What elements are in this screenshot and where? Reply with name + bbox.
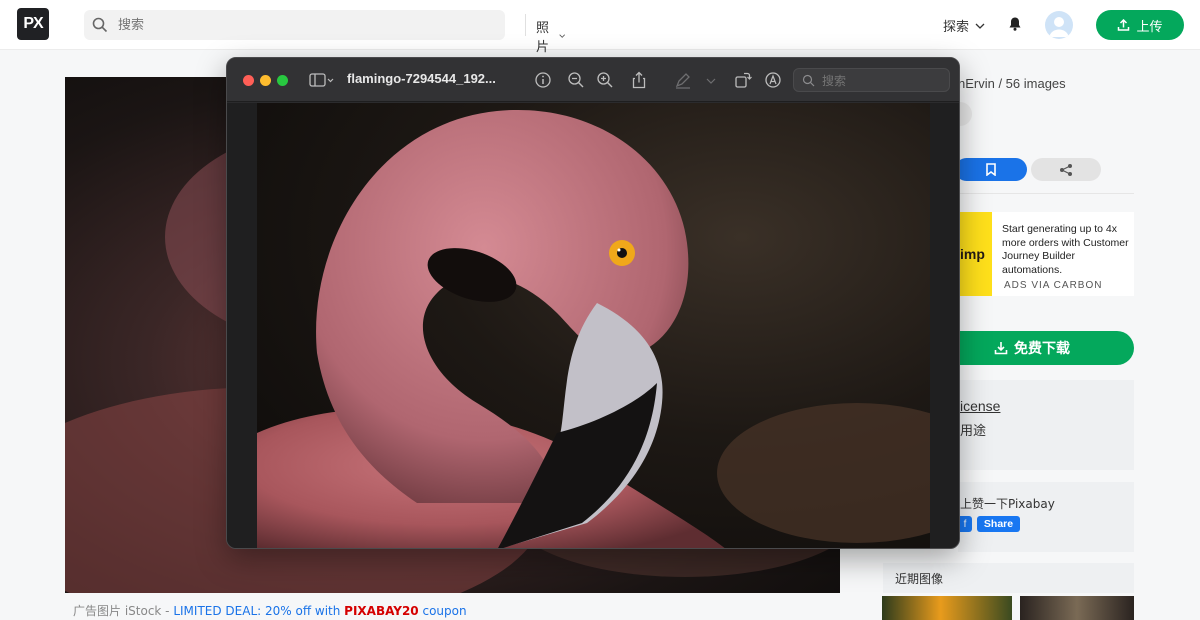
pixabay-logo[interactable]: PX [17, 8, 49, 40]
zoom-in-icon[interactable] [595, 70, 615, 90]
info-icon[interactable] [533, 70, 553, 90]
media-type-label: 照片 [536, 21, 550, 55]
chevron-down-icon[interactable] [705, 70, 717, 90]
bookmark-icon [986, 163, 996, 176]
zoom-out-icon[interactable] [566, 70, 586, 90]
carbon-ad-via[interactable]: ADS VIA CARBON [1004, 280, 1102, 291]
free-download-button[interactable]: 免费下载 [958, 331, 1134, 365]
upload-button[interactable]: 上传 [1096, 10, 1184, 40]
upload-label: 上传 [1136, 19, 1163, 35]
chevron-down-icon [975, 23, 985, 29]
search-icon [92, 17, 108, 33]
preview-window: flamingo-7294544_192... [226, 57, 960, 549]
facebook-share-button[interactable]: Share [977, 516, 1020, 532]
license-link[interactable]: icense [960, 398, 1000, 414]
explore-label: 探索 [943, 20, 970, 35]
ad-deal-link[interactable]: LIMITED DEAL: 20% off with [173, 604, 344, 618]
carbon-ad-logo: imp [958, 212, 992, 296]
share-icon[interactable] [629, 70, 649, 90]
search-input[interactable] [118, 16, 418, 34]
canvas-margin-right [930, 103, 959, 548]
ad-prefix: 广告图片 iStock - [73, 604, 174, 618]
license-box: icense 用途 [958, 380, 1134, 470]
ad-caption: 广告图片 iStock - LIMITED DEAL: 20% off with… [73, 602, 467, 619]
recent-images-header: 近期图像 [883, 563, 1134, 593]
explore-menu[interactable]: 探索 [943, 16, 985, 35]
search-icon [802, 74, 815, 87]
user-avatar[interactable] [1045, 11, 1073, 39]
sidebar-toggle-icon[interactable] [309, 70, 335, 90]
coupon-code[interactable]: PIXABAY20 [344, 604, 418, 618]
zoom-window-button[interactable] [277, 75, 288, 86]
license-text: 用途 [960, 424, 987, 439]
download-icon [994, 342, 1008, 355]
markup-toolbar-icon[interactable] [763, 70, 783, 90]
search-bar[interactable]: 照片 [84, 10, 565, 55]
markup-pen-icon[interactable] [673, 70, 693, 90]
like-pixabay-text: 上赞一下Pixabay [960, 497, 1055, 511]
top-header: PX 照片 探索 上传 [0, 0, 1200, 55]
preview-search-input[interactable] [822, 73, 942, 89]
chevron-down-icon [558, 34, 565, 38]
bookmark-button[interactable] [955, 158, 1027, 181]
rotate-icon[interactable] [733, 70, 753, 90]
share-button[interactable] [1031, 158, 1101, 181]
upload-icon [1118, 18, 1130, 31]
document-title: flamingo-7294544_192... [347, 71, 496, 86]
facebook-like-button[interactable]: f [958, 516, 972, 532]
ad-suffix[interactable]: coupon [419, 604, 466, 618]
carbon-ad[interactable]: imp Start generating up to 4x more order… [958, 212, 1134, 296]
facebook-share-label: Share [983, 518, 1014, 530]
search-divider [525, 14, 526, 36]
sidebar-divider [958, 193, 1134, 194]
preview-search-field[interactable] [793, 68, 950, 92]
facebook-like-glyph: f [963, 518, 967, 530]
share-icon [1060, 163, 1072, 176]
recent-image-thumbnail[interactable] [882, 596, 1012, 620]
canvas-margin-left [227, 103, 257, 548]
carbon-logo-text: imp [960, 246, 985, 262]
author-info[interactable]: nErvin / 56 images [958, 76, 1066, 91]
close-window-button[interactable] [243, 75, 254, 86]
like-pixabay-box: 上赞一下Pixabay f Share [958, 482, 1134, 552]
image-canvas[interactable] [257, 103, 930, 548]
flamingo-photo [257, 109, 930, 548]
minimize-window-button[interactable] [260, 75, 271, 86]
user-avatar-icon [1049, 17, 1069, 37]
preview-toolbar: flamingo-7294544_192... [227, 58, 959, 102]
notification-bell-icon[interactable] [1007, 16, 1023, 32]
recent-image-thumbnail[interactable] [1020, 596, 1134, 620]
logo-text: PX [23, 15, 43, 32]
carbon-ad-text[interactable]: Start generating up to 4x more orders wi… [1002, 223, 1132, 277]
download-label: 免费下载 [1014, 341, 1070, 357]
recent-images-title: 近期图像 [895, 572, 944, 586]
media-type-dropdown[interactable]: 照片 [536, 17, 565, 55]
